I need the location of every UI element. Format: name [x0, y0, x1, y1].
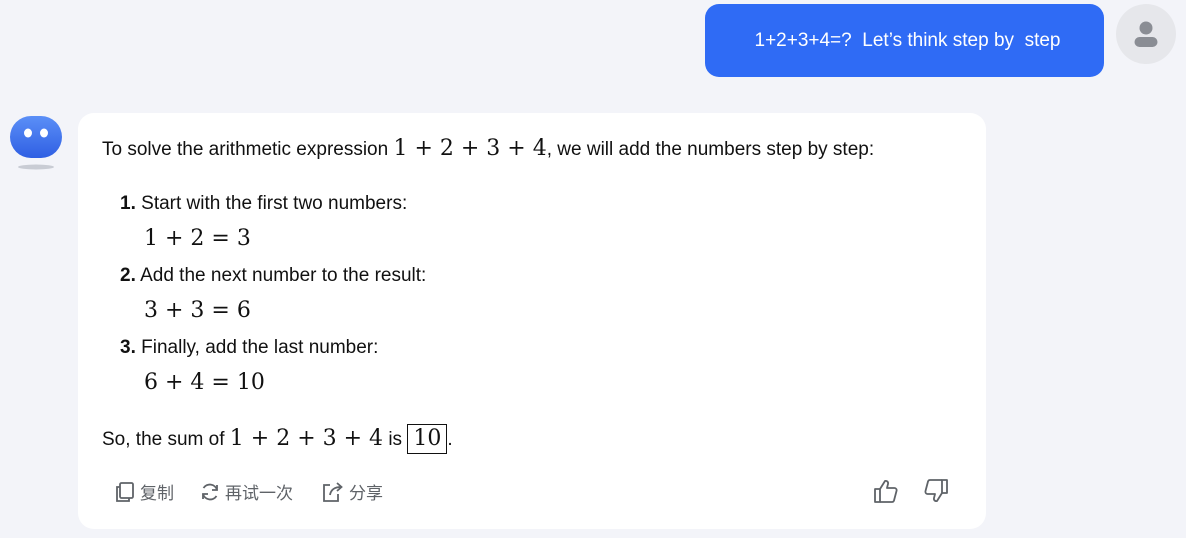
step-text: Finally, add the last number:	[141, 337, 379, 358]
thumbs-up-icon	[874, 480, 898, 503]
user-avatar[interactable]	[1116, 4, 1176, 64]
conclusion-text: So, the sum of	[102, 429, 230, 450]
assistant-message-card: To solve the arithmetic expression 1 + 2…	[78, 113, 986, 529]
thumbs-up-button[interactable]	[872, 477, 900, 510]
step-text: Start with the first two numbers:	[141, 193, 408, 214]
step-math: 3 + 3 = 6	[144, 298, 251, 323]
intro-paragraph: To solve the arithmetic expression 1 + 2…	[102, 137, 874, 162]
conclusion-paragraph: So, the sum of 1 + 2 + 3 + 4 is 10.	[102, 424, 453, 454]
thumbs-down-button[interactable]	[922, 477, 950, 510]
user-message-bubble: 1+2+3+4=? Let’s think step by step	[705, 4, 1104, 77]
bot-avatar	[8, 114, 64, 174]
copy-label: 复制	[140, 484, 174, 503]
intro-text-end: , we will add the numbers step by step:	[546, 139, 875, 160]
retry-icon	[202, 483, 218, 500]
conclusion-math: 1 + 2 + 3 + 4	[229, 426, 384, 451]
share-icon	[323, 481, 343, 502]
intro-text: To solve the arithmetic expression	[102, 139, 394, 160]
step-math: 1 + 2 = 3	[144, 226, 251, 251]
share-label: 分享	[349, 484, 383, 503]
step-number: 1.	[120, 193, 136, 214]
user-avatar-icon	[1134, 21, 1158, 47]
list-item: 2. Add the next number to the result:	[120, 264, 426, 288]
conclusion-is: is	[383, 429, 408, 450]
list-item: 3. Finally, add the last number:	[120, 336, 378, 360]
user-message-text: 1+2+3+4=? Let’s think step by step	[754, 29, 1061, 51]
bot-avatar-icon	[10, 116, 62, 170]
share-button[interactable]: 分享	[321, 479, 383, 504]
step-number: 2.	[120, 265, 136, 286]
step-math: 6 + 4 = 10	[144, 370, 265, 395]
retry-button[interactable]: 再试一次	[199, 479, 293, 504]
list-item: 1. Start with the first two numbers:	[120, 192, 407, 216]
thumbs-down-icon	[924, 479, 948, 502]
intro-math: 1 + 2 + 3 + 4	[393, 136, 547, 161]
copy-icon	[116, 481, 134, 502]
retry-label: 再试一次	[225, 484, 293, 503]
step-text: Add the next number to the result:	[140, 265, 427, 286]
step-number: 3.	[120, 337, 136, 358]
copy-button[interactable]: 复制	[114, 479, 174, 504]
conclusion-period: .	[447, 429, 453, 450]
boxed-result: 10	[407, 424, 448, 454]
